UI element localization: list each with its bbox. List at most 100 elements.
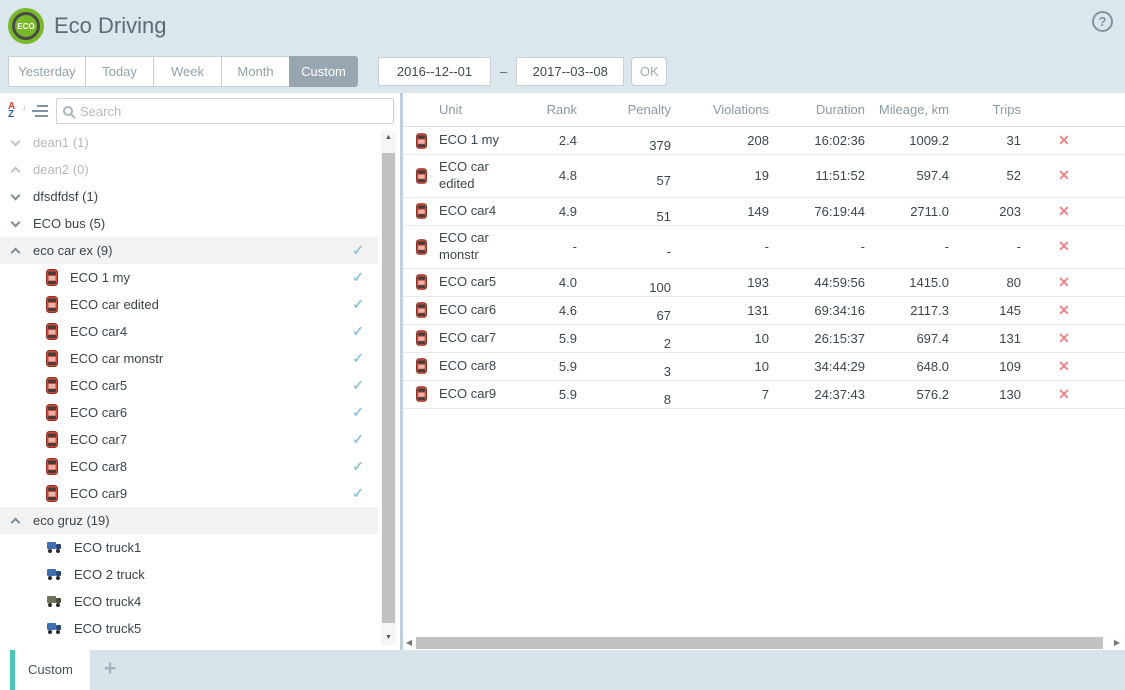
chevron-down-icon[interactable] — [11, 217, 21, 227]
trips-cell: 145 — [957, 303, 1029, 318]
unit-tree: dean1 (1) dean2 (0) dfsdfdsf (1) ECO bus… — [0, 129, 400, 650]
col-header-rank: Rank — [539, 102, 585, 117]
check-icon[interactable]: ✓ — [352, 377, 364, 394]
tree-unit-eco-car5[interactable]: ECO car5 ✓ — [0, 372, 378, 399]
violations-cell: 149 — [679, 204, 777, 219]
unit-cell: ECO car monstr — [439, 226, 539, 268]
car-icon — [403, 386, 439, 402]
tab-custom[interactable]: Custom — [0, 650, 90, 690]
tree-unit-eco-1-my[interactable]: ECO 1 my ✓ — [0, 264, 378, 291]
search-input[interactable] — [80, 104, 387, 119]
chevron-down-icon[interactable] — [11, 136, 21, 146]
col-header-violations: Violations — [679, 102, 777, 117]
chevron-up-icon[interactable] — [11, 166, 21, 176]
check-icon[interactable]: ✓ — [352, 242, 364, 259]
duration-cell: 44:59:56 — [777, 275, 873, 290]
tree-group-dean1[interactable]: dean1 (1) — [0, 129, 378, 156]
tree-unit-eco-truck4[interactable]: ECO truck4 — [0, 588, 378, 615]
tree-unit-label: ECO car4 — [70, 324, 127, 339]
car-icon — [46, 404, 58, 421]
scroll-left-icon[interactable]: ◀ — [403, 636, 415, 650]
chevron-up-icon[interactable] — [11, 247, 21, 257]
range-button-yesterday[interactable]: Yesterday — [8, 56, 86, 87]
check-icon[interactable]: ✓ — [352, 296, 364, 313]
help-icon[interactable]: ? — [1092, 11, 1113, 32]
scrollbar-thumb[interactable] — [416, 637, 1103, 649]
tree-group-eco-bus[interactable]: ECO bus (5) — [0, 210, 378, 237]
col-header-trips: Trips — [957, 102, 1029, 117]
tree-unit-eco-car4[interactable]: ECO car4 ✓ — [0, 318, 378, 345]
tree-unit-eco-2-truck[interactable]: ECO 2 truck — [0, 561, 378, 588]
check-icon[interactable]: ✓ — [352, 350, 364, 367]
tree-group-eco-car-ex[interactable]: eco car ex (9) ✓ — [0, 237, 378, 264]
tree-unit-eco-truck5[interactable]: ECO truck5 — [0, 615, 378, 642]
col-header-unit: Unit — [439, 102, 539, 117]
add-tab-button[interactable]: + — [96, 656, 124, 684]
tree-group-eco-gruz[interactable]: eco gruz (19) — [0, 507, 378, 534]
tree-unit-eco-car6[interactable]: ECO car6 ✓ — [0, 399, 378, 426]
car-icon — [403, 358, 439, 374]
tree-group-dfsdfdsf[interactable]: dfsdfdsf (1) — [0, 183, 378, 210]
table-horizontal-scrollbar[interactable]: ◀ ▶ — [403, 636, 1125, 650]
scroll-right-icon[interactable]: ▶ — [1111, 636, 1123, 650]
mileage-cell: 1415.0 — [873, 275, 957, 290]
delete-icon[interactable]: ✕ — [1029, 386, 1099, 403]
penalty-cell: 379 — [585, 138, 679, 153]
delete-icon[interactable]: ✕ — [1029, 132, 1099, 149]
range-button-custom[interactable]: Custom — [289, 56, 358, 87]
eco-driving-table-panel: Unit Rank Penalty Violations Duration Mi… — [403, 93, 1125, 650]
tree-unit-eco-car8[interactable]: ECO car8 ✓ — [0, 453, 378, 480]
delete-icon[interactable]: ✕ — [1029, 238, 1099, 255]
delete-icon[interactable]: ✕ — [1029, 358, 1099, 375]
tree-unit-eco-truck1[interactable]: ECO truck1 — [0, 534, 378, 561]
penalty-cell: 51 — [585, 209, 679, 224]
duration-cell: 76:19:44 — [777, 204, 873, 219]
tree-unit-label: ECO truck5 — [74, 621, 141, 636]
tree-group-dean2[interactable]: dean2 (0) — [0, 156, 378, 183]
chevron-up-icon[interactable] — [11, 517, 21, 527]
trips-cell: 52 — [957, 168, 1029, 183]
page-title: Eco Driving — [54, 13, 166, 39]
check-icon[interactable]: ✓ — [352, 404, 364, 421]
chevron-down-icon[interactable] — [11, 190, 21, 200]
table-row: ECO car9 5.9 8 7 24:37:43 576.2 130 ✕ — [403, 381, 1125, 409]
scroll-down-icon[interactable]: ▼ — [381, 631, 396, 645]
delete-icon[interactable]: ✕ — [1029, 167, 1099, 184]
delete-icon[interactable]: ✕ — [1029, 203, 1099, 220]
check-icon[interactable]: ✓ — [352, 431, 364, 448]
tree-unit-label: ECO car9 — [70, 486, 127, 501]
scroll-up-icon[interactable]: ▲ — [381, 131, 396, 145]
truck-icon — [46, 622, 62, 635]
tree-unit-eco-car-monstr[interactable]: ECO car monstr ✓ — [0, 345, 378, 372]
scrollbar-thumb[interactable] — [382, 153, 395, 623]
table-row: ECO car5 4.0 100 193 44:59:56 1415.0 80 … — [403, 269, 1125, 297]
rank-cell: 5.9 — [539, 387, 585, 402]
delete-icon[interactable]: ✕ — [1029, 274, 1099, 291]
delete-icon[interactable]: ✕ — [1029, 330, 1099, 347]
tree-unit-eco-car9[interactable]: ECO car9 ✓ — [0, 480, 378, 507]
tree-unit-eco-car-edited[interactable]: ECO car edited ✓ — [0, 291, 378, 318]
range-button-month[interactable]: Month — [221, 56, 290, 87]
check-icon[interactable]: ✓ — [352, 485, 364, 502]
range-button-today[interactable]: Today — [85, 56, 154, 87]
table-row: ECO car4 4.9 51 149 76:19:44 2711.0 203 … — [403, 198, 1125, 226]
eco-logo-text: ECO — [15, 15, 37, 37]
ok-button[interactable]: OK — [631, 57, 667, 86]
app-header: ECO Eco Driving ? Yesterday Today Week M… — [0, 0, 1125, 93]
sidebar-scrollbar[interactable]: ▲ ▼ — [381, 131, 396, 645]
date-from-input[interactable] — [378, 57, 491, 86]
check-icon[interactable]: ✓ — [352, 458, 364, 475]
check-icon[interactable]: ✓ — [352, 323, 364, 340]
check-icon[interactable]: ✓ — [352, 269, 364, 286]
delete-icon[interactable]: ✕ — [1029, 302, 1099, 319]
tree-group-label: eco car ex (9) — [33, 243, 112, 258]
list-view-icon[interactable] — [32, 102, 48, 120]
range-button-group: Yesterday Today Week Month Custom — [8, 56, 358, 87]
trips-cell: 131 — [957, 331, 1029, 346]
sort-az-icon[interactable]: AZ ↓ — [8, 103, 28, 119]
tree-unit-eco-car7[interactable]: ECO car7 ✓ — [0, 426, 378, 453]
date-to-input[interactable] — [516, 57, 624, 86]
tree-unit-label: ECO 2 truck — [74, 567, 145, 582]
range-button-week[interactable]: Week — [153, 56, 222, 87]
trips-cell: - — [957, 239, 1029, 254]
